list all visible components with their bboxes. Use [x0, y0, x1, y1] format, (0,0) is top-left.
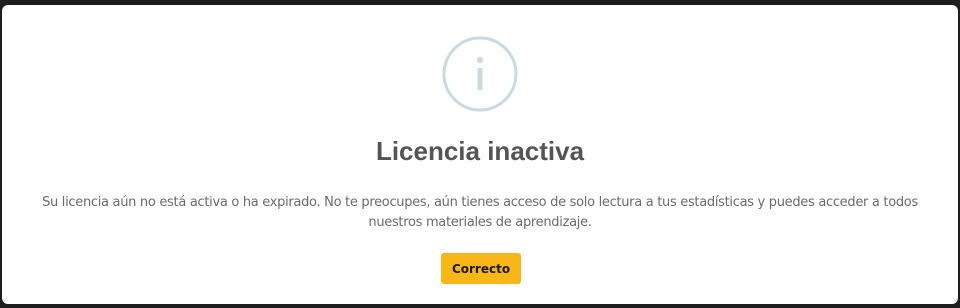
- dialog-message: Su licencia aún no está activa o ha expi…: [32, 193, 928, 233]
- confirm-button[interactable]: Correcto: [441, 253, 521, 284]
- dialog-message-line-1: Su licencia aún no está activa o ha expi…: [42, 195, 918, 210]
- dialog-message-line-2: nuestros materiales de aprendizaje.: [368, 215, 592, 230]
- dialog-title: Licencia inactiva: [375, 136, 585, 166]
- license-inactive-dialog: Licencia inactiva Su licencia aún no est…: [2, 5, 958, 304]
- info-icon: [442, 36, 518, 112]
